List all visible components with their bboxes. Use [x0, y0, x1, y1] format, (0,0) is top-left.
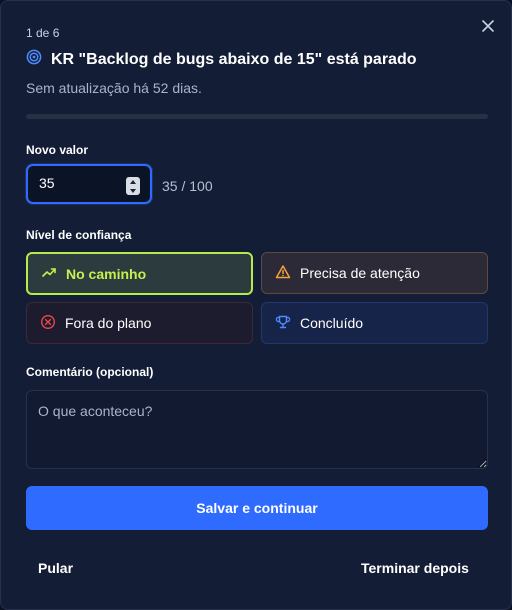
stepper-down-icon[interactable]	[130, 188, 136, 193]
confidence-label: Nível de confiança	[26, 228, 132, 242]
progress-bar	[26, 114, 488, 119]
new-value-input[interactable]: 35	[39, 175, 55, 191]
finish-later-button[interactable]: Terminar depois	[361, 560, 469, 576]
quantity-stepper[interactable]	[126, 177, 140, 195]
confidence-option-label: Fora do plano	[65, 315, 152, 331]
comment-label: Comentário (opcional)	[26, 365, 154, 379]
comment-textarea[interactable]	[26, 390, 488, 469]
confidence-option-done[interactable]: Concluído	[261, 302, 488, 344]
confidence-option-on-track[interactable]: No caminho	[26, 252, 253, 295]
confidence-option-label: Precisa de atenção	[300, 265, 420, 281]
warning-triangle-icon	[275, 264, 291, 283]
stepper-up-icon[interactable]	[130, 179, 136, 184]
value-target: 35 / 100	[162, 178, 213, 194]
x-circle-icon	[40, 314, 56, 333]
target-icon	[26, 49, 42, 70]
save-and-continue-button[interactable]: Salvar e continuar	[26, 486, 488, 530]
confidence-option-off-track[interactable]: Fora do plano	[26, 302, 253, 344]
new-value-label: Novo valor	[26, 143, 89, 157]
check-in-modal: 1 de 6 KR "Backlog de bugs abaixo de 15"…	[0, 0, 512, 610]
confidence-option-needs-attention[interactable]: Precisa de atenção	[261, 252, 488, 294]
close-icon[interactable]	[479, 17, 497, 35]
trend-up-icon	[41, 264, 57, 283]
trophy-icon	[275, 314, 291, 333]
confidence-option-label: Concluído	[300, 315, 364, 331]
page-title: KR "Backlog de bugs abaixo de 15" está p…	[51, 50, 417, 68]
last-update-text: Sem atualização há 52 dias.	[26, 80, 202, 96]
step-counter: 1 de 6	[26, 26, 60, 40]
skip-button[interactable]: Pular	[38, 560, 73, 576]
new-value-field[interactable]: 35	[26, 164, 152, 204]
confidence-option-label: No caminho	[66, 265, 147, 282]
title-row: KR "Backlog de bugs abaixo de 15" está p…	[26, 49, 417, 70]
